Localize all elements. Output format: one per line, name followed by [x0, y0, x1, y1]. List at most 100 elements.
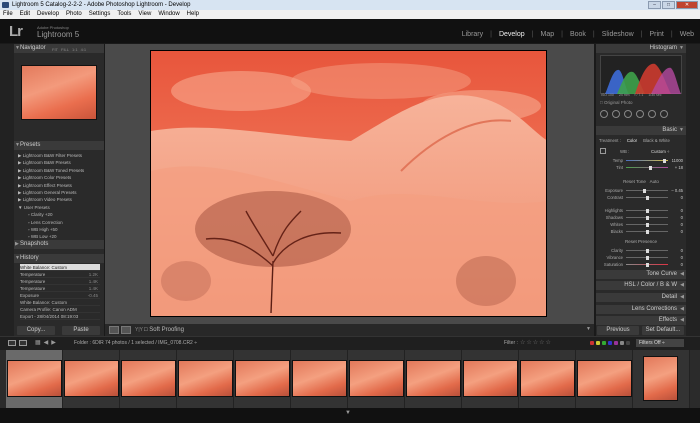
temp-slider[interactable]: Temp 11000 — [596, 157, 686, 164]
treatment-color[interactable]: Color — [627, 138, 637, 143]
filmstrip-cell[interactable] — [177, 350, 234, 408]
preset-item[interactable]: ▫ Lens Correction — [18, 219, 104, 226]
clarity-slider[interactable]: Clarity 0 — [596, 247, 686, 254]
paste-button[interactable]: Paste — [62, 326, 100, 335]
copy-button[interactable]: Copy... — [17, 326, 55, 335]
color-label-swatch[interactable] — [620, 341, 624, 345]
preset-folder[interactable]: ▶ Lightroom B&W Presets — [18, 159, 104, 166]
preset-item[interactable]: ▫ WB High +50 — [18, 226, 104, 233]
zoom-1-1[interactable]: 1:1 — [72, 47, 78, 52]
filters-off-dropdown[interactable]: Filters Off ÷ — [636, 339, 684, 347]
navigator-preview[interactable] — [21, 65, 97, 120]
filmstrip-cell[interactable] — [234, 350, 291, 408]
secondary-window-button[interactable] — [19, 340, 27, 346]
filmstrip-cell[interactable] — [63, 350, 120, 408]
preset-folder[interactable]: ▶ Lightroom Video Presets — [18, 196, 104, 203]
menu-photo[interactable]: Photo — [66, 10, 82, 19]
graduated-filter-icon[interactable] — [636, 110, 644, 118]
source-label[interactable]: Folder : 6DIR — [74, 340, 104, 346]
filmstrip-thumbnail[interactable] — [520, 360, 575, 397]
filmstrip-cell[interactable] — [462, 350, 519, 408]
filmstrip-thumbnail[interactable] — [349, 360, 404, 397]
preset-folder[interactable]: ▶ Lightroom B&W Filter Presets — [18, 152, 104, 159]
vibrance-slider[interactable]: Vibrance 0 — [596, 254, 686, 261]
whites-slider[interactable]: Whites 0 — [596, 221, 686, 228]
filmstrip-thumbnail[interactable] — [7, 360, 62, 397]
zoom-fit[interactable]: FIT — [52, 47, 58, 52]
crop-tool-icon[interactable] — [600, 110, 608, 118]
back-icon[interactable]: ◀ — [44, 339, 49, 346]
toolbar-menu-icon[interactable]: ▼ — [586, 326, 591, 332]
presets-header[interactable]: ▼ Presets — [14, 141, 104, 150]
before-after-mode[interactable]: Y|Y — [135, 327, 143, 333]
preset-folder[interactable]: ▶ Lightroom B&W Toned Presets — [18, 167, 104, 174]
menu-edit[interactable]: Edit — [20, 10, 30, 19]
preset-item[interactable]: ▫ Clarity +20 — [18, 211, 104, 218]
histogram[interactable] — [600, 55, 682, 94]
filmstrip-thumbnail[interactable] — [463, 360, 518, 397]
primary-window-button[interactable] — [8, 340, 16, 346]
color-label-swatch[interactable] — [626, 341, 630, 345]
menu-settings[interactable]: Settings — [89, 10, 111, 19]
spot-removal-icon[interactable] — [612, 110, 620, 118]
saturation-slider[interactable]: Saturation 0 — [596, 261, 686, 268]
history-step[interactable]: Temperature 1.2K — [20, 271, 100, 278]
module-print[interactable]: Print — [649, 31, 663, 38]
tone-curve-header[interactable]: Tone Curve ◀ — [596, 270, 686, 279]
color-label-swatch[interactable] — [614, 341, 618, 345]
loupe-view-button[interactable] — [109, 326, 119, 334]
radial-filter-icon[interactable] — [648, 110, 656, 118]
filmstrip-cell[interactable] — [348, 350, 405, 408]
menu-file[interactable]: File — [3, 10, 13, 19]
blacks-slider[interactable]: Blacks 0 — [596, 228, 686, 235]
history-step[interactable]: Temperature 1.4K — [20, 285, 100, 292]
reset-tone[interactable]: Reset Tone — [623, 179, 646, 184]
tint-slider[interactable]: Tint + 18 — [596, 164, 686, 171]
filmstrip-thumbnail[interactable] — [577, 360, 632, 397]
history-step[interactable]: Exposure -0.45 — [20, 292, 100, 299]
history-step[interactable]: White Balance: Custom — [20, 264, 100, 271]
history-step[interactable]: Export - 28/04/2014 08:19:03 — [20, 313, 100, 320]
reset-presence[interactable]: Reset Presence — [596, 239, 686, 244]
lens-corrections-header[interactable]: Lens Corrections ◀ — [596, 305, 686, 314]
filmstrip-cell[interactable] — [633, 350, 690, 408]
history-step[interactable]: White Balance: Custom — [20, 299, 100, 306]
module-web[interactable]: Web — [680, 31, 694, 38]
left-panel-toggle[interactable] — [0, 44, 14, 336]
adjustment-brush-icon[interactable] — [660, 110, 668, 118]
auto-tone-button[interactable]: Auto — [650, 179, 659, 184]
filmstrip-cell[interactable] — [519, 350, 576, 408]
preset-folder[interactable]: ▶ Lightroom Color Presets — [18, 174, 104, 181]
menu-view[interactable]: View — [138, 10, 151, 19]
hsl-header[interactable]: HSL / Color / B & W ◀ — [596, 281, 686, 290]
filmstrip-cell[interactable] — [405, 350, 462, 408]
grid-icon[interactable]: ▦ — [35, 339, 41, 346]
filmstrip-thumbnail[interactable] — [64, 360, 119, 397]
color-label-swatch[interactable] — [602, 341, 606, 345]
module-map[interactable]: Map — [540, 31, 554, 38]
wb-select[interactable]: Custom ÷ — [651, 149, 669, 154]
menu-window[interactable]: Window — [158, 10, 179, 19]
right-panel-toggle[interactable] — [686, 44, 700, 336]
basic-header[interactable]: Basic ▼ — [596, 126, 686, 135]
photo-count[interactable]: 74 photos / 1 selected / IMG_0708.CR2 ÷ — [105, 340, 197, 346]
module-book[interactable]: Book — [570, 31, 586, 38]
history-step[interactable]: Camera Profile: Canon ADM — [20, 306, 100, 313]
zoom-4-1[interactable]: 4:1 — [81, 47, 87, 52]
minimize-button[interactable]: – — [648, 1, 661, 9]
color-label-swatch[interactable] — [608, 341, 612, 345]
main-photo[interactable] — [150, 50, 547, 317]
filmstrip-thumbnail[interactable] — [235, 360, 290, 397]
highlights-slider[interactable]: Highlights 0 — [596, 207, 686, 214]
menu-develop[interactable]: Develop — [37, 10, 59, 19]
filmstrip-thumbnail[interactable] — [643, 356, 678, 401]
history-header[interactable]: ▼ History — [14, 254, 104, 263]
before-after-button[interactable] — [121, 326, 131, 334]
menu-tools[interactable]: Tools — [117, 10, 131, 19]
menu-help[interactable]: Help — [187, 10, 199, 19]
preset-folder[interactable]: ▼ User Presets — [18, 204, 104, 211]
set-default-button[interactable]: Set Default... — [642, 326, 684, 335]
exposure-slider[interactable]: Exposure – 0.45 — [596, 187, 686, 194]
filmstrip-thumbnail[interactable] — [406, 360, 461, 397]
contrast-slider[interactable]: Contrast 0 — [596, 194, 686, 201]
